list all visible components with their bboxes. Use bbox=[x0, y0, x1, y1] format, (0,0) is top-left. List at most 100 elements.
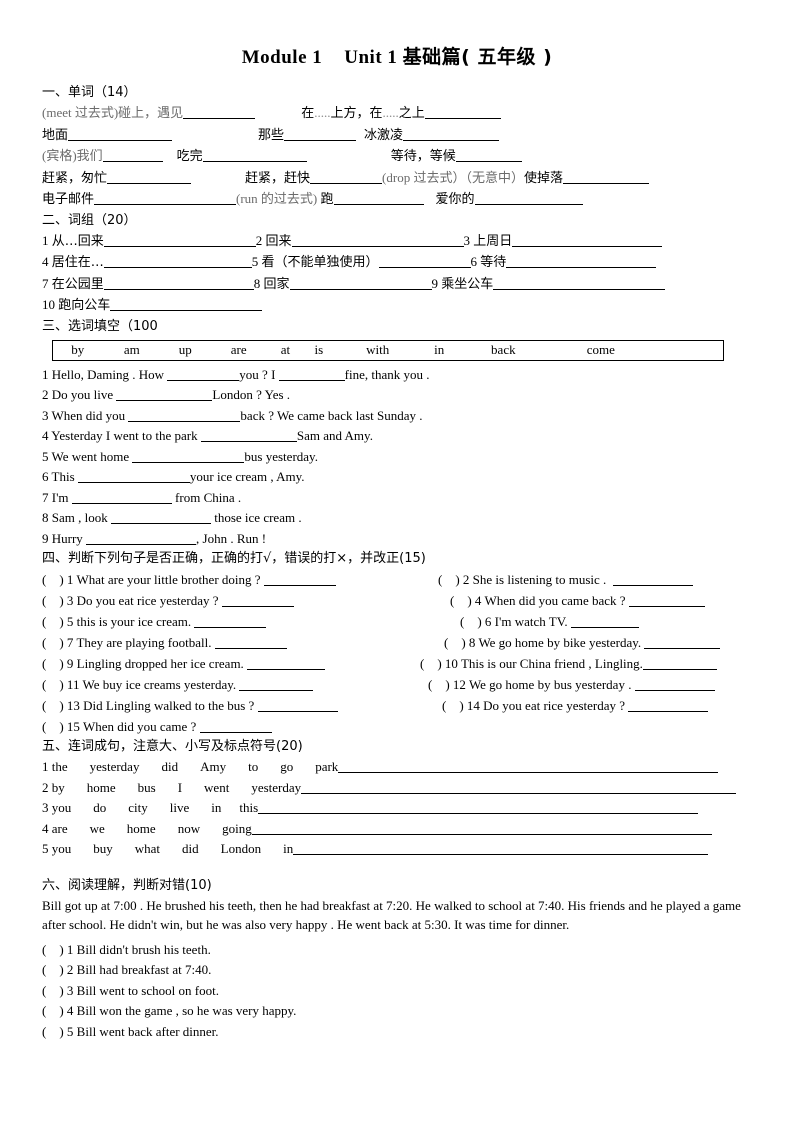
item-num: 6 bbox=[470, 254, 478, 269]
checkbox-paren[interactable]: ( ) bbox=[42, 656, 64, 671]
tf-sentence: I'm watch TV. bbox=[494, 614, 568, 629]
scramble-word: went bbox=[204, 779, 230, 795]
scramble-word: you bbox=[51, 800, 72, 815]
item-num: 7 bbox=[42, 489, 49, 505]
checkbox-paren[interactable]: ( ) bbox=[42, 942, 64, 957]
checkbox-paren[interactable]: ( ) bbox=[42, 593, 64, 608]
item-num: 4 bbox=[42, 428, 49, 443]
label-wait: 等待，等候 bbox=[390, 149, 456, 164]
tf-sentence: Bill went back after dinner. bbox=[76, 1023, 219, 1039]
label-hurry: 赶紧，匆忙 bbox=[42, 170, 108, 186]
item-num: 10 bbox=[42, 297, 55, 312]
item-num: 9 bbox=[66, 656, 74, 671]
sentence-pre: This bbox=[51, 469, 75, 484]
section4-row-4: ( ) 7 They are playing football. ( ) 8 W… bbox=[42, 632, 752, 653]
checkbox-paren[interactable]: ( ) bbox=[42, 1024, 64, 1039]
section5-row-4: 4 are we home now going bbox=[42, 819, 752, 840]
reading-passage: Bill got up at 7:00 . He brushed his tee… bbox=[42, 897, 741, 932]
hint-drop: (drop 过去式）（无意中） bbox=[382, 169, 524, 185]
section4-row-5: ( ) 9 Lingling dropped her ice cream. ( … bbox=[42, 653, 752, 674]
section5-row-3: 3 you do city live in this bbox=[42, 798, 752, 819]
checkbox-paren[interactable]: ( ) bbox=[42, 698, 64, 713]
checkbox-paren[interactable]: ( ) bbox=[442, 698, 464, 713]
wordbank-cell: in bbox=[434, 341, 445, 357]
scramble-word: in bbox=[283, 841, 294, 856]
sentence-mid: those ice cream . bbox=[210, 510, 302, 525]
phrase-label: 在公园里 bbox=[51, 276, 104, 292]
section5-row-5: 5 you buy what did London in bbox=[42, 839, 752, 860]
sentence-pre: Yesterday I went to the park bbox=[51, 428, 198, 443]
checkbox-paren[interactable]: ( ) bbox=[42, 635, 64, 650]
section2-row-1: 1 从…回来 2 回来 3 上周日 bbox=[42, 231, 752, 253]
label-ground: 地面 bbox=[42, 127, 69, 143]
section4-row-8: ( ) 15 When did you came ? bbox=[42, 716, 752, 737]
section6-item-5: ( ) 5 Bill went back after dinner. bbox=[42, 1022, 752, 1043]
scramble-word: yesterday bbox=[89, 759, 140, 774]
label-above: 在 bbox=[301, 106, 315, 121]
wordbank-cell: with bbox=[366, 341, 390, 357]
scramble-word: buy bbox=[93, 841, 113, 856]
scramble-word: going bbox=[222, 820, 252, 836]
word-bank-table: by am up are at is with in back come bbox=[52, 339, 724, 361]
wordbank-cell: am bbox=[123, 341, 140, 357]
item-num: 3 bbox=[463, 232, 471, 248]
scramble-word: bus bbox=[137, 779, 156, 795]
item-num: 1 bbox=[42, 759, 49, 774]
checkbox-paren[interactable]: ( ) bbox=[438, 572, 460, 587]
item-num: 8 bbox=[468, 635, 476, 650]
section1-row-2: 地面 那些 冰激凌 bbox=[42, 125, 752, 147]
scramble-word: in bbox=[211, 800, 222, 815]
scramble-word: home bbox=[126, 820, 156, 836]
section1-row-5: 电子邮件 (run 的过去式) 跑 爱你的 bbox=[42, 189, 752, 211]
item-num: 4 bbox=[66, 1003, 74, 1018]
phrase-label: 上周日 bbox=[473, 233, 513, 249]
item-num: 9 bbox=[42, 530, 49, 546]
checkbox-paren[interactable]: ( ) bbox=[420, 656, 442, 671]
item-num: 2 bbox=[42, 779, 49, 795]
section6-item-2: ( ) 2 Bill had breakfast at 7:40. bbox=[42, 960, 752, 981]
checkbox-paren[interactable]: ( ) bbox=[460, 614, 482, 629]
checkbox-paren[interactable]: ( ) bbox=[450, 593, 472, 608]
section5-row-1: 1 the yesterday did Amy to go park bbox=[42, 757, 752, 778]
label-loveyours: 爱你的 bbox=[435, 192, 475, 207]
scramble-word: Amy bbox=[200, 759, 227, 774]
label-drop: 使掉落 bbox=[523, 170, 563, 186]
sentence-pre: Hello, Daming . How bbox=[51, 366, 165, 382]
checkbox-paren[interactable]: ( ) bbox=[42, 983, 64, 998]
checkbox-paren[interactable]: ( ) bbox=[42, 614, 64, 629]
checkbox-paren[interactable]: ( ) bbox=[42, 962, 64, 977]
sentence-mid: you ? I bbox=[239, 366, 276, 382]
hint-objective: (宾格)我们 bbox=[42, 148, 103, 163]
scramble-word: London bbox=[220, 841, 262, 856]
section3-sentence-6: 6 This your ice cream , Amy. bbox=[42, 467, 752, 488]
checkbox-paren[interactable]: ( ) bbox=[444, 635, 466, 650]
wordbank-cell: back bbox=[491, 341, 516, 357]
phrase-label: 乘坐公车 bbox=[441, 276, 494, 292]
tf-sentence: Bill went to school on foot. bbox=[76, 982, 219, 998]
page-title: Module 1 Unit 1 基础篇( 五年级 ) bbox=[0, 0, 794, 69]
sentence-pre: I'm bbox=[51, 489, 69, 505]
sentence-pre: We went home bbox=[51, 448, 130, 464]
wordbank-cell: is bbox=[314, 341, 324, 357]
scramble-word: now bbox=[177, 820, 201, 836]
table-row: by am up are at is with in back come bbox=[53, 340, 724, 360]
sentence-pre: Hurry bbox=[51, 530, 83, 546]
wordbank-cell: come bbox=[586, 341, 615, 357]
title-unit: Unit 1 bbox=[344, 47, 398, 68]
section4-row-6: ( ) 11 We buy ice creams yesterday. ( ) … bbox=[42, 674, 752, 695]
item-num: 4 bbox=[474, 593, 482, 608]
item-num: 12 bbox=[452, 677, 466, 692]
checkbox-paren[interactable]: ( ) bbox=[42, 677, 64, 692]
item-num: 3 bbox=[66, 982, 74, 998]
checkbox-paren[interactable]: ( ) bbox=[428, 677, 450, 692]
checkbox-paren[interactable]: ( ) bbox=[42, 719, 64, 734]
section1-heading: 一、单词（14） bbox=[42, 85, 137, 100]
hint-run: (run 的过去式) bbox=[236, 191, 318, 206]
tf-sentence: Bill didn't brush his teeth. bbox=[76, 941, 211, 957]
scramble-word: the bbox=[51, 759, 68, 774]
checkbox-paren[interactable]: ( ) bbox=[42, 1003, 64, 1018]
wordbank-cell: by bbox=[71, 341, 85, 357]
checkbox-paren[interactable]: ( ) bbox=[42, 572, 64, 587]
tf-sentence: They are playing football. bbox=[76, 635, 212, 650]
section1-row-4: 赶紧，匆忙 赶紧，赶快 (drop 过去式）（无意中）使掉落 bbox=[42, 168, 752, 190]
